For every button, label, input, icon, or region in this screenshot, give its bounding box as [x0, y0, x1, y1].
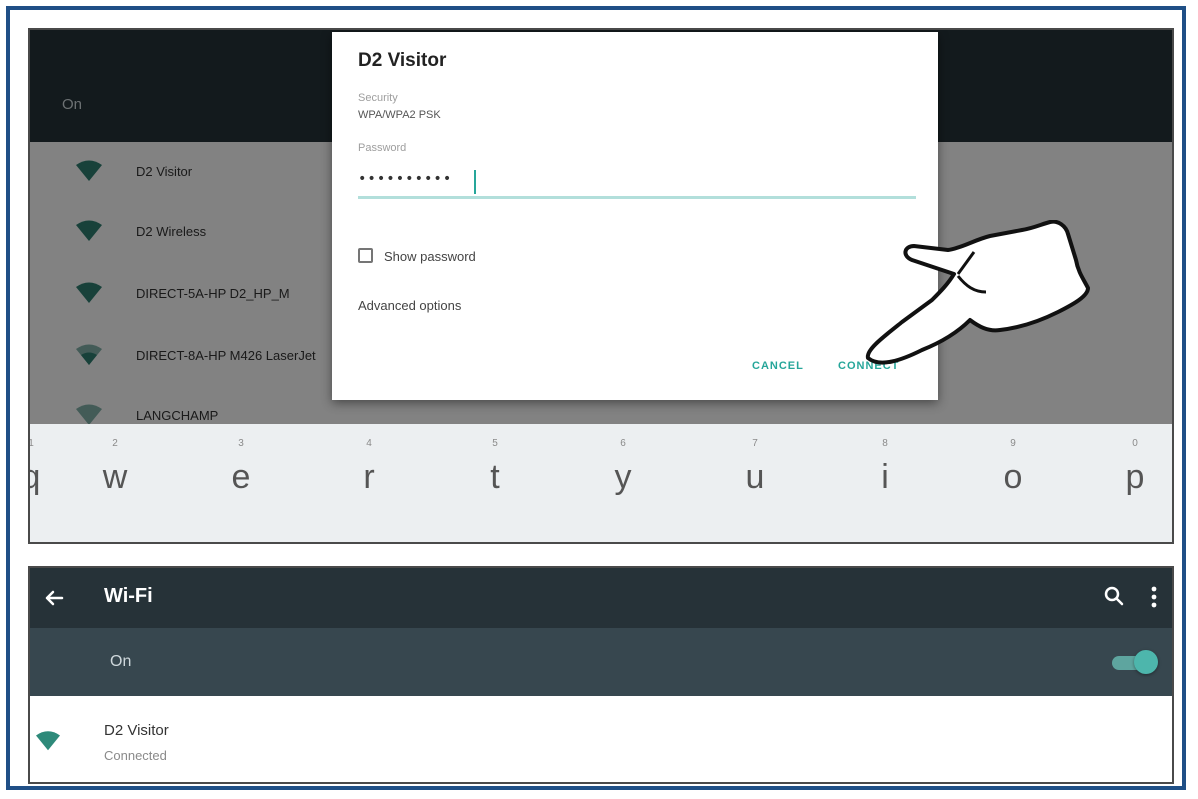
wifi-signal-icon: [36, 731, 60, 751]
key-u[interactable]: 7 u: [700, 424, 810, 542]
key-hint: 3: [238, 438, 244, 449]
key-hint: 7: [752, 438, 758, 449]
page-title: Wi-Fi: [104, 585, 153, 607]
key-letter: p: [1125, 458, 1145, 496]
password-field-underline: [358, 196, 916, 199]
key-hint: 2: [112, 438, 118, 449]
key-p[interactable]: 0 p: [1080, 424, 1172, 542]
wifi-toggle[interactable]: [1112, 650, 1158, 676]
key-hint: 9: [1010, 438, 1016, 449]
key-hint: 0: [1132, 438, 1138, 449]
show-password-label[interactable]: Show password: [384, 249, 476, 264]
key-letter: t: [490, 458, 500, 496]
security-label: Security: [358, 92, 398, 104]
wifi-toolbar: Wi-Fi: [30, 568, 1172, 628]
text-cursor: [474, 170, 476, 194]
advanced-options-toggle[interactable]: Advanced options: [358, 298, 461, 313]
more-vert-icon[interactable]: [1142, 582, 1166, 612]
connected-network-item[interactable]: D2 Visitor Connected: [30, 696, 1172, 782]
onscreen-keyboard: 1 q 2 w 3 e 4 r 5 t 6 y 7 u 8 i: [30, 424, 1172, 542]
network-status: Connected: [104, 748, 167, 763]
security-value: WPA/WPA2 PSK: [358, 109, 441, 121]
key-letter: u: [745, 458, 765, 496]
key-hint: 5: [492, 438, 498, 449]
password-input[interactable]: ••••••••••: [358, 171, 452, 187]
wifi-status-label: On: [110, 653, 132, 670]
wifi-password-dialog: D2 Visitor Security WPA/WPA2 PSK Passwor…: [332, 32, 938, 400]
arrow-back-icon[interactable]: [38, 582, 70, 614]
key-hint: 8: [882, 438, 888, 449]
key-w[interactable]: 2 w: [60, 424, 170, 542]
password-label: Password: [358, 142, 407, 154]
key-y[interactable]: 6 y: [568, 424, 678, 542]
key-letter: w: [102, 458, 128, 496]
toggle-thumb: [1134, 650, 1158, 674]
network-name: D2 Visitor: [104, 722, 169, 739]
wifi-connected-screenshot: Wi-Fi On D2 Visitor Connected: [28, 566, 1174, 784]
key-o[interactable]: 9 o: [958, 424, 1068, 542]
wifi-master-switch-row[interactable]: On: [30, 628, 1172, 696]
key-letter: o: [1003, 458, 1023, 496]
key-hint: 6: [620, 438, 626, 449]
key-hint: 4: [366, 438, 372, 449]
key-e[interactable]: 3 e: [186, 424, 296, 542]
key-letter: y: [614, 458, 632, 496]
key-letter: r: [363, 458, 375, 496]
pointing-hand-icon: [865, 220, 1090, 365]
key-t[interactable]: 5 t: [440, 424, 550, 542]
key-r[interactable]: 4 r: [314, 424, 424, 542]
cancel-button[interactable]: CANCEL: [752, 360, 804, 372]
dialog-title: D2 Visitor: [358, 50, 447, 71]
wifi-connect-screenshot: On D2 Visitor D2 Wireless DIRECT-5A-HP D…: [28, 28, 1174, 544]
show-password-checkbox[interactable]: [358, 248, 373, 263]
search-icon[interactable]: [1102, 584, 1126, 608]
key-letter: i: [881, 458, 889, 496]
key-letter: e: [231, 458, 251, 496]
key-i[interactable]: 8 i: [830, 424, 940, 542]
